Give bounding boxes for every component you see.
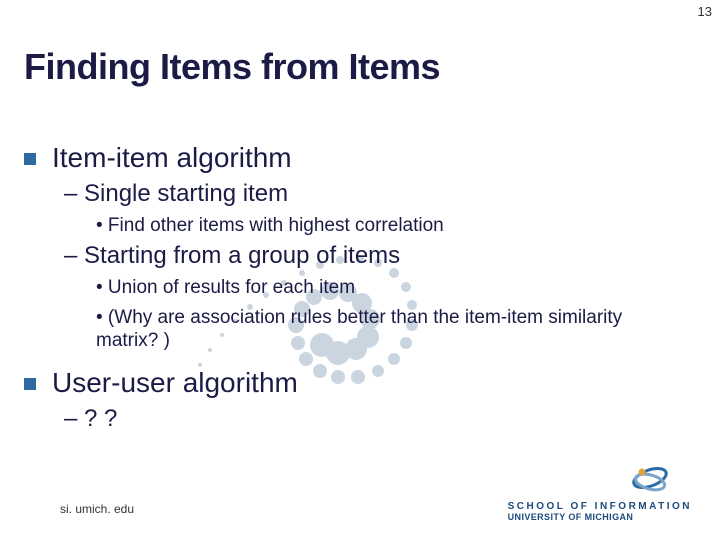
bullet-level2: – ? ? bbox=[64, 405, 696, 433]
page-number: 13 bbox=[698, 4, 712, 19]
brand-line-1: SCHOOL OF INFORMATION bbox=[508, 501, 692, 512]
school-logo-icon bbox=[628, 460, 672, 498]
bullet-level2: – Single starting item bbox=[64, 180, 696, 208]
bullet-level3: • Union of results for each item bbox=[96, 276, 686, 300]
bullet-text: User-user algorithm bbox=[52, 367, 298, 399]
bullet-level3: • Find other items with highest correlat… bbox=[96, 214, 686, 238]
bullet-text: Item-item algorithm bbox=[52, 142, 292, 174]
slide-title: Finding Items from Items bbox=[24, 46, 440, 88]
square-bullet-icon bbox=[24, 378, 36, 390]
bullet-level3: • (Why are association rules better than… bbox=[96, 306, 686, 354]
footer-url: si. umich. edu bbox=[60, 502, 134, 516]
square-bullet-icon bbox=[24, 153, 36, 165]
bullet-level1: Item-item algorithm bbox=[24, 142, 696, 174]
footer-brand: SCHOOL OF INFORMATION UNIVERSITY OF MICH… bbox=[508, 501, 692, 522]
bullet-level2: – Starting from a group of items bbox=[64, 242, 696, 270]
brand-line-2: UNIVERSITY OF MICHIGAN bbox=[508, 512, 692, 522]
content-area: Item-item algorithm – Single starting it… bbox=[24, 128, 696, 435]
bullet-level1: User-user algorithm bbox=[24, 367, 696, 399]
